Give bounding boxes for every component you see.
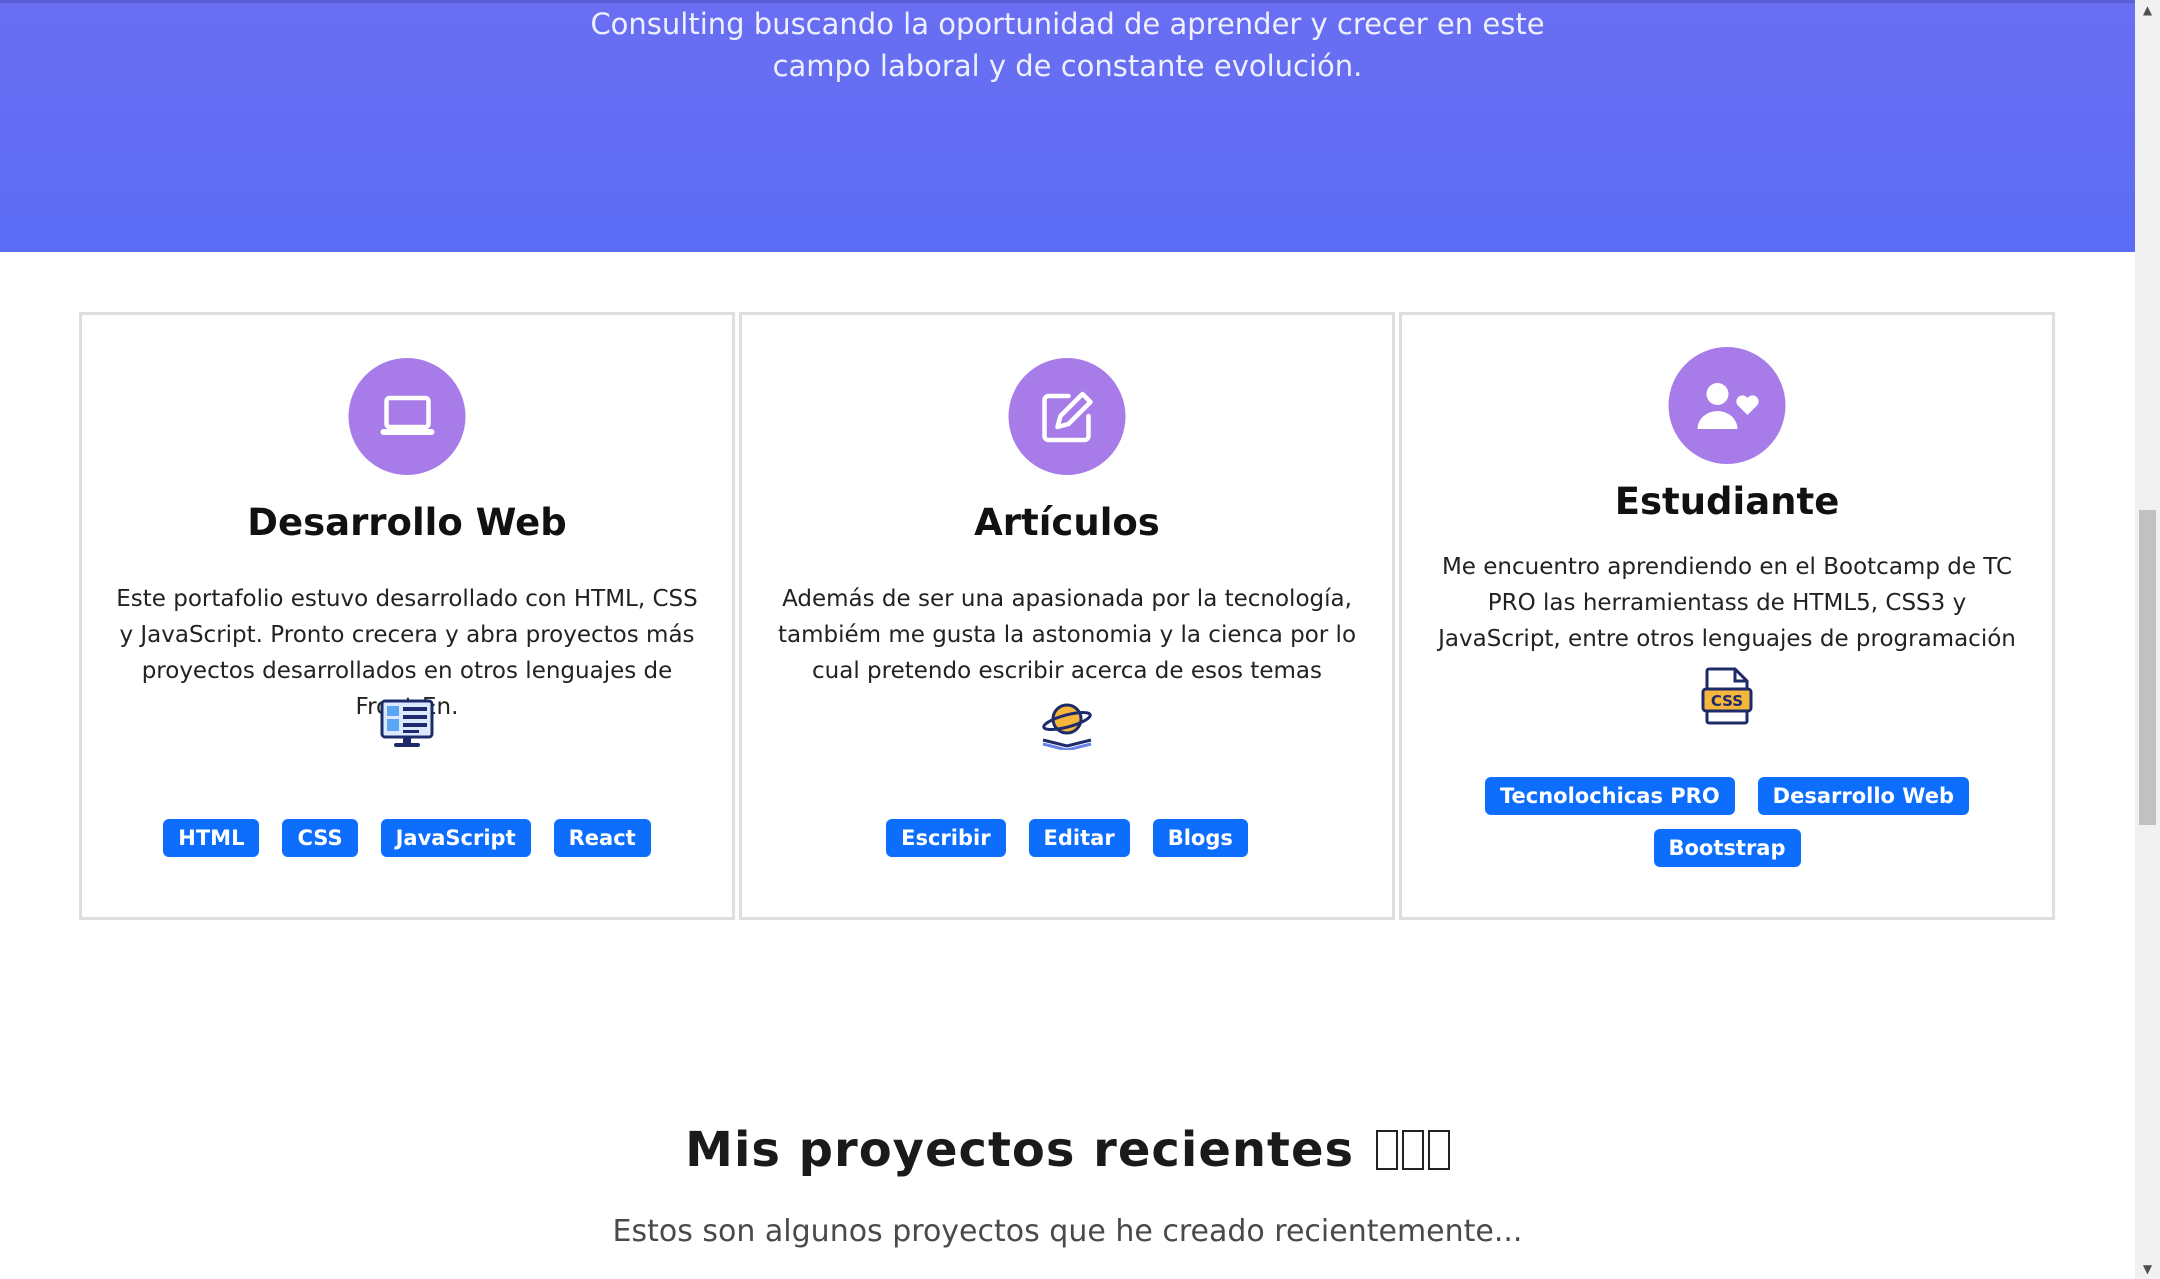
services-cards: Desarrollo Web Este portafolio estuvo de… bbox=[79, 312, 2059, 920]
badge-escribir[interactable]: Escribir bbox=[886, 819, 1006, 857]
page: Consulting buscando la oportunidad de ap… bbox=[0, 0, 2160, 1279]
card-badges: HTML CSS JavaScript React bbox=[82, 819, 732, 857]
badge-blogs[interactable]: Blogs bbox=[1152, 819, 1248, 857]
card-estudiante: Estudiante Me encuentro aprendiendo en e… bbox=[1399, 312, 2055, 920]
badge-editar[interactable]: Editar bbox=[1028, 819, 1130, 857]
scroll-up-arrow-icon[interactable]: ▲ bbox=[2135, 0, 2160, 20]
badge-css[interactable]: CSS bbox=[282, 819, 358, 857]
missing-glyph-icon bbox=[1375, 1130, 1398, 1170]
vertical-scrollbar[interactable]: ▲ ▼ bbox=[2135, 0, 2160, 1279]
edit-note-icon bbox=[1008, 358, 1126, 475]
badge-desarrollo-web[interactable]: Desarrollo Web bbox=[1757, 777, 1969, 815]
svg-text:CSS: CSS bbox=[1711, 692, 1743, 710]
planet-book-icon bbox=[1039, 698, 1095, 754]
card-badges: Escribir Editar Blogs bbox=[742, 819, 1392, 857]
card-title: Desarrollo Web bbox=[247, 501, 567, 544]
laptop-icon bbox=[348, 358, 466, 475]
card-articulos: Artículos Además de ser una apasionada p… bbox=[739, 312, 1395, 920]
card-desarrollo-web: Desarrollo Web Este portafolio estuvo de… bbox=[79, 312, 735, 920]
scroll-down-arrow-icon[interactable]: ▼ bbox=[2135, 1259, 2160, 1279]
badge-tecnolochicas-pro[interactable]: Tecnolochicas PRO bbox=[1485, 777, 1735, 815]
card-text: Me encuentro aprendiendo en el Bootcamp … bbox=[1438, 554, 2016, 652]
card-badges: Tecnolochicas PRO Desarrollo Web Bootstr… bbox=[1402, 777, 2052, 867]
missing-glyph-icon bbox=[1427, 1130, 1450, 1170]
web-page-monitor-icon bbox=[379, 698, 435, 754]
projects-subtitle: Estos son algunos proyectos que he cread… bbox=[612, 1214, 1523, 1249]
card-title: Estudiante bbox=[1614, 480, 1840, 523]
missing-glyph-icon bbox=[1401, 1130, 1424, 1170]
badge-javascript[interactable]: JavaScript bbox=[380, 819, 531, 857]
badge-html[interactable]: HTML bbox=[163, 819, 260, 857]
projects-heading-text: Mis proyectos recientes bbox=[685, 1122, 1355, 1178]
badge-react[interactable]: React bbox=[553, 819, 651, 857]
user-heart-icon bbox=[1668, 347, 1786, 464]
hero-description: Consulting buscando la oportunidad de ap… bbox=[0, 3, 2135, 87]
css-file-icon: CSS bbox=[1701, 666, 1753, 730]
scroll-thumb[interactable] bbox=[2139, 510, 2156, 825]
hero-banner: Consulting buscando la oportunidad de ap… bbox=[0, 0, 2135, 252]
projects-heading: Mis proyectos recientes bbox=[0, 1122, 2135, 1178]
hero-line-2: campo laboral y de constante evolución. bbox=[772, 49, 1363, 83]
hero-line-1: Consulting buscando la oportunidad de ap… bbox=[590, 7, 1545, 41]
card-text: Además de ser una apasionada por la tecn… bbox=[777, 586, 1357, 684]
card-title: Artículos bbox=[974, 501, 1160, 544]
badge-bootstrap[interactable]: Bootstrap bbox=[1653, 829, 1801, 867]
